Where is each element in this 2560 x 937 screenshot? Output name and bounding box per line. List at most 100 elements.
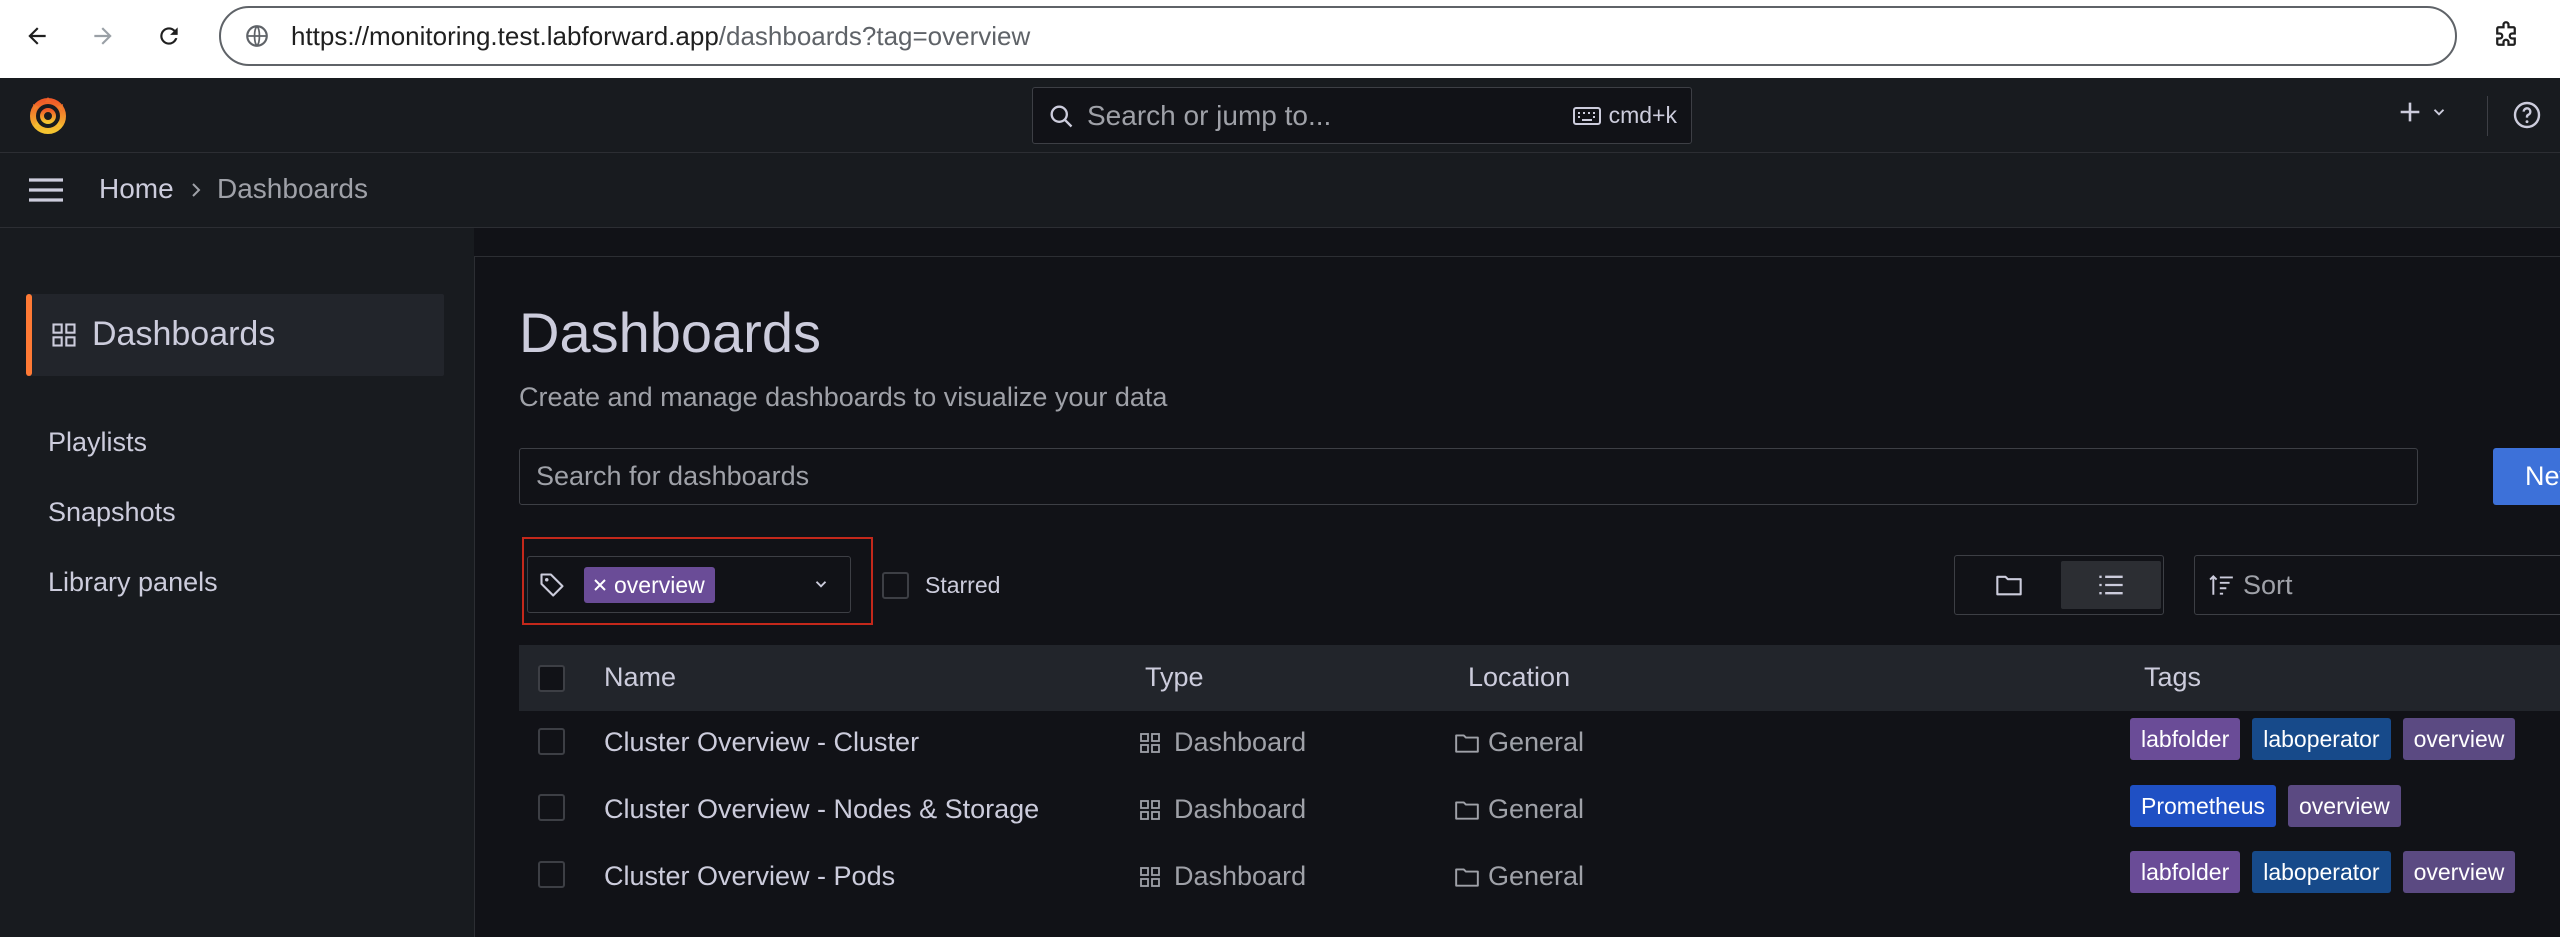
list-view-button[interactable] bbox=[2061, 561, 2161, 609]
dashboards-grid-icon bbox=[52, 323, 76, 347]
tag-filter-select[interactable]: overview bbox=[527, 556, 851, 613]
starred-checkbox[interactable] bbox=[882, 572, 909, 599]
sort-placeholder: Sort bbox=[2243, 569, 2293, 600]
column-header-tags: Tags bbox=[2144, 662, 2202, 692]
row-type-label: Dashboard bbox=[1174, 727, 1307, 757]
sidebar: Dashboards Playlists Snapshots Library p… bbox=[0, 228, 474, 937]
tag-labfolder[interactable]: labfolder bbox=[2130, 718, 2241, 760]
global-search-placeholder: Search or jump to... bbox=[1087, 99, 1332, 131]
select-all-checkbox[interactable] bbox=[538, 665, 565, 692]
dashboard-name-link[interactable]: Cluster Overview - Cluster bbox=[604, 727, 919, 758]
row-type: Dashboard bbox=[1138, 861, 1306, 892]
add-new-menu-button[interactable] bbox=[2396, 98, 2448, 126]
dashboard-grid-icon bbox=[1140, 732, 1160, 753]
tag-labfolder[interactable]: labfolder bbox=[2130, 851, 2241, 893]
row-type-label: Dashboard bbox=[1174, 861, 1307, 891]
sort-select[interactable]: Sort bbox=[2194, 555, 2560, 615]
chevron-down-icon bbox=[2433, 109, 2445, 116]
sidebar-item-playlists[interactable]: Playlists bbox=[48, 427, 147, 458]
row-location-label: General bbox=[1488, 861, 1585, 891]
row-checkbox[interactable] bbox=[538, 728, 565, 755]
dashboard-grid-icon bbox=[1140, 799, 1160, 820]
tag-laboperator[interactable]: laboperator bbox=[2252, 851, 2391, 893]
tag-laboperator[interactable]: laboperator bbox=[2252, 718, 2391, 760]
tag-prometheus[interactable]: Prometheus bbox=[2130, 785, 2277, 827]
row-location: General bbox=[1454, 861, 1584, 892]
sidebar-item-snapshots[interactable]: Snapshots bbox=[48, 497, 176, 528]
url-host: https://monitoring.test.labforward.app bbox=[291, 20, 719, 51]
url-path: /dashboards?tag=overview bbox=[718, 20, 1031, 51]
address-bar[interactable]: https://monitoring.test.labforward.app/d… bbox=[219, 6, 2457, 66]
keyboard-shortcut-hint: cmd+k bbox=[1572, 102, 1677, 129]
search-icon bbox=[1050, 105, 1073, 127]
tag-overview[interactable]: overview bbox=[2288, 785, 2401, 827]
keyboard-icon bbox=[1572, 106, 1601, 125]
reload-button[interactable] bbox=[151, 18, 187, 54]
tag-overview[interactable]: overview bbox=[2402, 851, 2516, 893]
hamburger-icon bbox=[29, 178, 63, 202]
menu-toggle-button[interactable] bbox=[27, 175, 65, 205]
dashboard-search-input[interactable] bbox=[520, 449, 2417, 504]
puzzle-icon bbox=[2496, 21, 2516, 46]
tag-overview[interactable]: overview bbox=[2402, 718, 2516, 760]
view-toggle bbox=[1954, 555, 2164, 615]
tag-filter-chip-label: overview bbox=[614, 571, 705, 598]
folder-icon bbox=[1455, 867, 1479, 887]
row-checkbox[interactable] bbox=[538, 794, 565, 821]
row-tags: labfolder laboperator overview bbox=[2130, 718, 2516, 760]
sidebar-item-dashboards[interactable]: Dashboards bbox=[26, 294, 444, 376]
dashboard-grid-icon bbox=[1140, 866, 1160, 887]
row-type-label: Dashboard bbox=[1174, 794, 1307, 824]
tag-icon bbox=[540, 573, 564, 597]
active-indicator bbox=[26, 294, 32, 376]
breadcrumb-current: Dashboards bbox=[217, 173, 368, 204]
shortcut-text: cmd+k bbox=[1608, 102, 1677, 128]
column-header-name[interactable]: Name bbox=[604, 662, 676, 693]
row-type: Dashboard bbox=[1138, 794, 1306, 825]
row-checkbox[interactable] bbox=[538, 861, 565, 888]
help-icon bbox=[2513, 101, 2541, 129]
sidebar-item-library-panels[interactable]: Library panels bbox=[48, 567, 218, 598]
folder-icon bbox=[1455, 800, 1479, 820]
back-button[interactable] bbox=[19, 18, 55, 54]
sidebar-item-label: Dashboards bbox=[92, 315, 276, 353]
plus-icon bbox=[2400, 102, 2420, 122]
new-dashboard-button[interactable]: New bbox=[2493, 448, 2560, 505]
row-tags: Prometheus overview bbox=[2130, 785, 2401, 827]
extensions-button[interactable] bbox=[2488, 18, 2524, 54]
row-location: General bbox=[1454, 727, 1584, 758]
dashboard-search-field[interactable] bbox=[519, 448, 2418, 505]
list-icon bbox=[2099, 575, 2123, 595]
forward-arrow-icon bbox=[94, 27, 112, 45]
row-tags: labfolder laboperator overview bbox=[2130, 851, 2516, 893]
forward-button[interactable] bbox=[85, 18, 121, 54]
row-location: General bbox=[1454, 794, 1584, 825]
remove-tag-icon[interactable] bbox=[592, 577, 608, 593]
breadcrumb-bar: Home Dashboards bbox=[0, 153, 2560, 228]
table-header: Name Type Location Tags bbox=[519, 645, 2560, 711]
chevron-down-icon[interactable] bbox=[812, 575, 830, 593]
help-button[interactable] bbox=[2511, 99, 2543, 131]
tag-filter-chip: overview bbox=[584, 567, 715, 603]
browser-toolbar: https://monitoring.test.labforward.app/d… bbox=[0, 0, 2560, 78]
dashboard-name-link[interactable]: Cluster Overview - Nodes & Storage bbox=[604, 794, 1039, 825]
grafana-logo-icon[interactable] bbox=[27, 94, 69, 136]
url-text: https://monitoring.test.labforward.app/d… bbox=[291, 21, 1030, 52]
row-location-label: General bbox=[1488, 794, 1585, 824]
folder-icon bbox=[1455, 733, 1479, 753]
back-arrow-icon bbox=[28, 27, 46, 45]
folder-view-button[interactable] bbox=[1959, 561, 2059, 609]
dashboard-name-link[interactable]: Cluster Overview - Pods bbox=[604, 861, 895, 892]
site-info-icon[interactable] bbox=[241, 20, 273, 52]
global-search-input[interactable]: Search or jump to... cmd+k bbox=[1032, 87, 1692, 144]
chevron-right-icon bbox=[192, 183, 201, 197]
row-type: Dashboard bbox=[1138, 727, 1306, 758]
folder-icon bbox=[1996, 575, 2022, 596]
page-subtitle: Create and manage dashboards to visualiz… bbox=[519, 382, 1168, 412]
page-title: Dashboards bbox=[519, 301, 821, 364]
topbar-divider bbox=[2487, 96, 2488, 136]
sort-icon bbox=[2209, 574, 2233, 595]
starred-label: Starred bbox=[925, 572, 1001, 598]
column-header-type: Type bbox=[1145, 662, 1204, 692]
breadcrumb-home[interactable]: Home bbox=[99, 173, 174, 205]
